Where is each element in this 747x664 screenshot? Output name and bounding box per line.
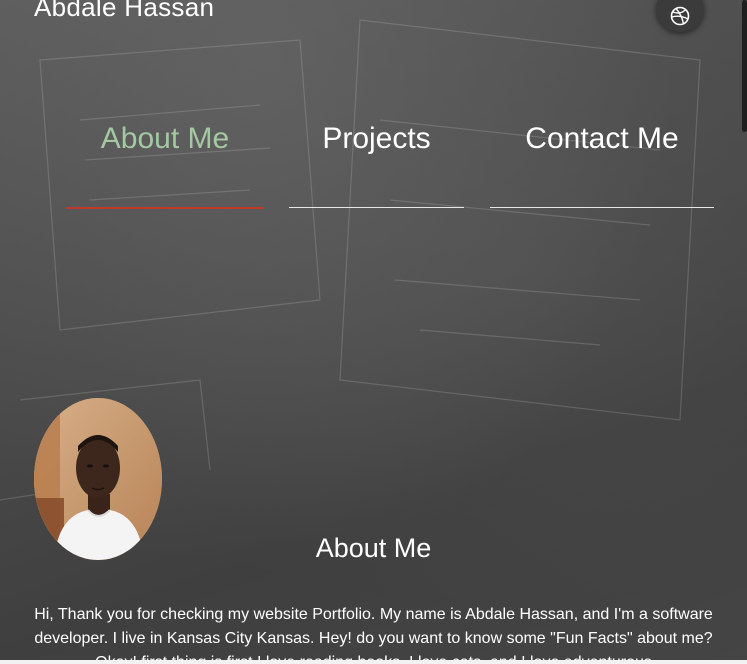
dribbble-icon [670, 6, 690, 26]
nav-tab-label: Contact Me [525, 122, 679, 155]
nav-underline [490, 207, 714, 208]
scrollbar-thumb[interactable] [742, 0, 747, 132]
sketch-background-lines [0, 19, 701, 501]
nav-tab-projects[interactable]: Projects [289, 122, 464, 208]
bottom-edge-bar [0, 660, 747, 664]
nav-active-underline [66, 207, 264, 209]
portfolio-page: Abdale Hassan About Me Projects Contact … [0, 0, 747, 664]
nav-tab-contact-me[interactable]: Contact Me [490, 122, 714, 208]
nav-tab-label: Projects [322, 122, 431, 155]
nav-tab-about-me[interactable]: About Me [66, 122, 264, 209]
nav-tab-label: About Me [100, 122, 230, 155]
about-bio-text: Hi, Thank you for checking my website Po… [34, 606, 713, 664]
nav-underline [289, 207, 464, 208]
site-owner-name: Abdale Hassan [34, 0, 215, 22]
about-section-title: About Me [315, 533, 432, 563]
